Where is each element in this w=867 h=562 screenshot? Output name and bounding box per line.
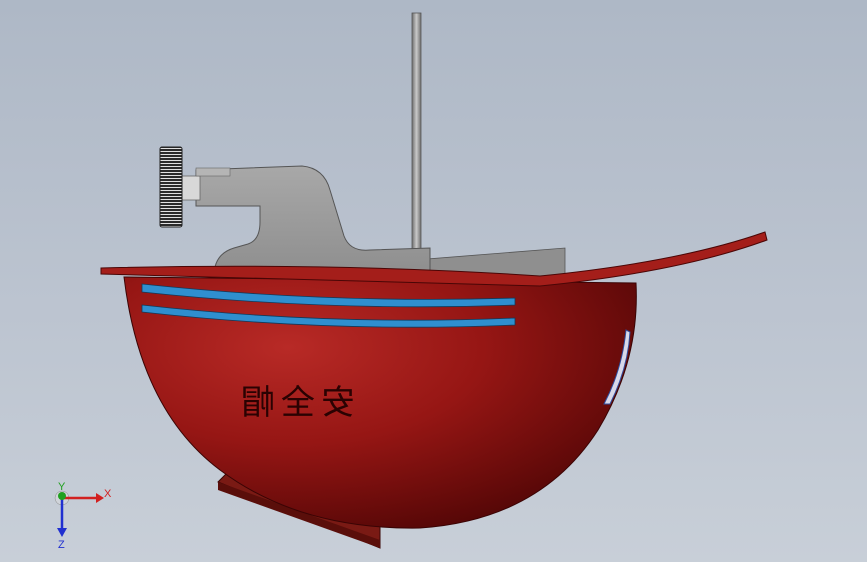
y-axis-label: Y (58, 481, 66, 493)
cad-viewport[interactable]: 安全帽 X Y Z (0, 0, 867, 562)
vertical-rod (411, 12, 422, 280)
axis-triad: X Y Z (54, 481, 112, 551)
fixture-bracket (195, 165, 431, 277)
knurled-knob (159, 146, 183, 228)
helmet-lettering: 安全帽 (235, 383, 355, 423)
y-axis-dot (58, 492, 66, 500)
x-axis-label: X (104, 488, 112, 500)
shaft-collar (195, 167, 231, 177)
scene-svg: 安全帽 X Y Z (54, 12, 768, 551)
z-axis-label: Z (58, 539, 65, 551)
z-axis-arrow (57, 528, 67, 537)
x-axis-arrow (96, 493, 104, 503)
